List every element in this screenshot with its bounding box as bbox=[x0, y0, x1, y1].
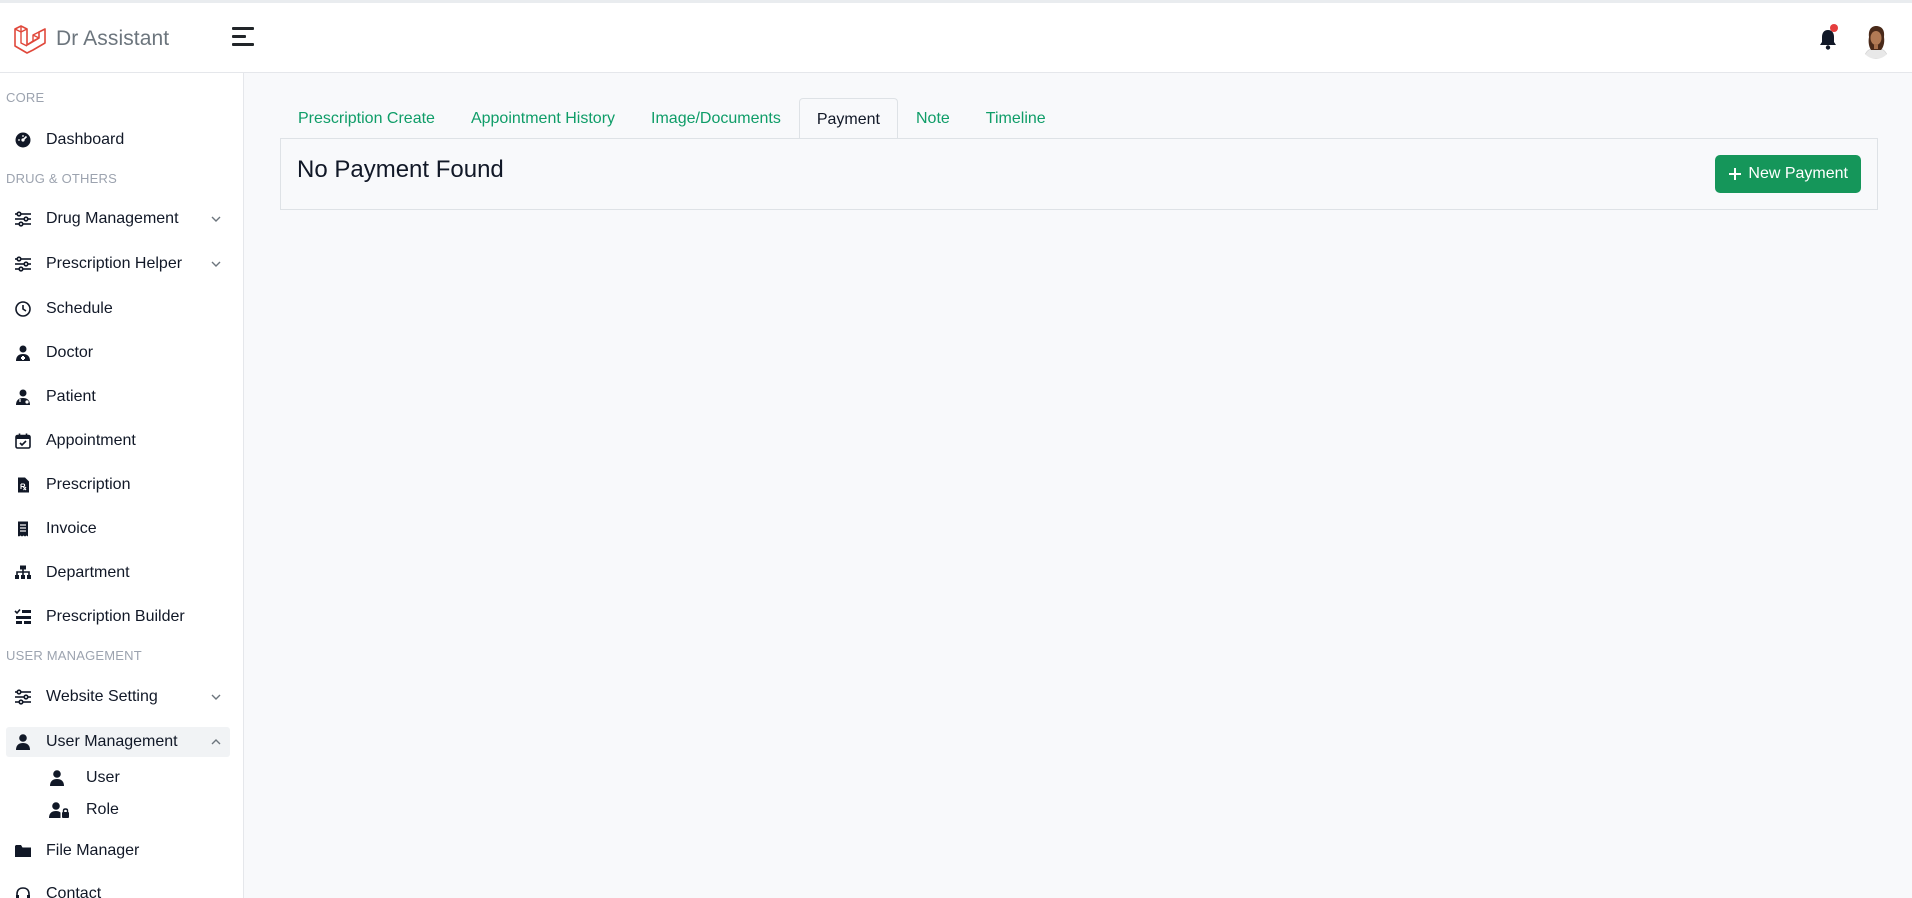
builder-icon bbox=[14, 608, 31, 624]
chevron-down-icon bbox=[211, 694, 221, 700]
folder-icon bbox=[15, 845, 31, 857]
sidebar-subitem-role[interactable]: Role bbox=[48, 797, 119, 823]
sidebar-item-invoice[interactable]: Invoice bbox=[6, 514, 230, 544]
section-label-user-management: USER MANAGEMENT bbox=[6, 648, 142, 663]
user-icon bbox=[50, 770, 64, 786]
sidebar-item-drug-management[interactable]: Drug Management bbox=[6, 204, 230, 234]
sidebar: CORE Dashboard DRUG & OTHERS Drug Manage… bbox=[0, 73, 244, 898]
sidebar-item-file-manager[interactable]: File Manager bbox=[6, 836, 230, 866]
receipt-icon bbox=[18, 521, 28, 537]
sidebar-item-contact[interactable]: Contact bbox=[6, 879, 230, 898]
tab-note[interactable]: Note bbox=[898, 97, 968, 139]
gauge-icon bbox=[15, 132, 31, 148]
headset-icon bbox=[16, 887, 30, 898]
payment-panel: No Payment Found New Payment bbox=[280, 138, 1878, 210]
sidebar-item-label: User bbox=[86, 769, 120, 786]
tab-image-documents[interactable]: Image/Documents bbox=[633, 97, 799, 139]
brand-name: Dr Assistant bbox=[56, 27, 170, 50]
tab-appointment-history[interactable]: Appointment History bbox=[453, 97, 633, 139]
sidebar-item-doctor[interactable]: Doctor bbox=[6, 338, 230, 368]
tab-prescription-create[interactable]: Prescription Create bbox=[280, 97, 453, 139]
sidebar-subitem-user[interactable]: User bbox=[48, 765, 120, 791]
sidebar-item-schedule[interactable]: Schedule bbox=[6, 294, 230, 324]
user-avatar[interactable] bbox=[1860, 23, 1892, 59]
hamburger-icon bbox=[232, 27, 254, 30]
sliders-icon bbox=[15, 211, 31, 227]
sliders-icon bbox=[15, 256, 31, 272]
user-lock-icon bbox=[49, 802, 69, 818]
new-payment-button[interactable]: New Payment bbox=[1715, 155, 1861, 193]
sidebar-item-label: Doctor bbox=[46, 344, 94, 361]
plus-icon bbox=[1729, 168, 1742, 180]
sidebar-item-label: Role bbox=[86, 801, 119, 818]
tab-payment[interactable]: Payment bbox=[798, 98, 898, 140]
sidebar-item-label: Appointment bbox=[46, 432, 136, 449]
sidebar-item-label: Website Setting bbox=[46, 688, 158, 705]
user-icon bbox=[16, 734, 30, 750]
sidebar-item-prescription-helper[interactable]: Prescription Helper bbox=[6, 249, 230, 279]
sidebar-item-label: Prescription Helper bbox=[46, 255, 183, 272]
sidebar-item-prescription-builder[interactable]: Prescription Builder bbox=[6, 602, 230, 632]
top-navbar: Dr Assistant bbox=[0, 0, 1912, 73]
chevron-down-icon bbox=[211, 261, 221, 267]
sidebar-item-patient[interactable]: Patient bbox=[6, 382, 230, 412]
sidebar-item-label: File Manager bbox=[46, 842, 140, 859]
sidebar-item-label: Invoice bbox=[46, 520, 97, 537]
patient-tabs: Prescription Create Appointment History … bbox=[280, 97, 1064, 140]
sidebar-item-label: Prescription Builder bbox=[46, 608, 185, 625]
sidebar-item-website-setting[interactable]: Website Setting bbox=[6, 682, 230, 712]
panel-title: No Payment Found bbox=[297, 156, 504, 183]
doctor-icon bbox=[16, 345, 30, 361]
sidebar-item-prescription[interactable]: Prescription bbox=[6, 470, 230, 500]
chevron-up-icon bbox=[211, 739, 221, 745]
menu-toggle-button[interactable] bbox=[232, 27, 256, 51]
section-label-drug-others: DRUG & OTHERS bbox=[6, 171, 117, 186]
sidebar-item-label: Contact bbox=[46, 885, 102, 898]
sidebar-item-label: Drug Management bbox=[46, 210, 179, 227]
sidebar-item-label: Department bbox=[46, 564, 130, 581]
sidebar-item-label: Dashboard bbox=[46, 131, 125, 148]
sliders-icon bbox=[15, 689, 31, 705]
laravel-logo-icon bbox=[14, 25, 46, 54]
new-payment-label: New Payment bbox=[1748, 165, 1848, 182]
tab-timeline[interactable]: Timeline bbox=[968, 97, 1064, 139]
clock-icon bbox=[15, 301, 31, 317]
sidebar-item-department[interactable]: Department bbox=[6, 558, 230, 588]
sidebar-item-label: User Management bbox=[46, 733, 178, 750]
chevron-down-icon bbox=[211, 216, 221, 222]
sidebar-item-appointment[interactable]: Appointment bbox=[6, 426, 230, 456]
calendar-check-icon bbox=[15, 433, 31, 449]
sidebar-item-label: Patient bbox=[46, 388, 96, 405]
patient-icon bbox=[16, 389, 30, 405]
sidebar-item-label: Schedule bbox=[46, 300, 113, 317]
prescription-file-icon bbox=[18, 477, 29, 493]
sidebar-item-label: Prescription bbox=[46, 476, 131, 493]
section-label-core: CORE bbox=[6, 90, 45, 105]
sidebar-item-user-management[interactable]: User Management bbox=[6, 727, 230, 757]
brand[interactable]: Dr Assistant bbox=[12, 21, 169, 57]
notification-dot bbox=[1830, 24, 1838, 32]
sitemap-icon bbox=[15, 565, 31, 579]
sidebar-item-dashboard[interactable]: Dashboard bbox=[6, 125, 230, 155]
